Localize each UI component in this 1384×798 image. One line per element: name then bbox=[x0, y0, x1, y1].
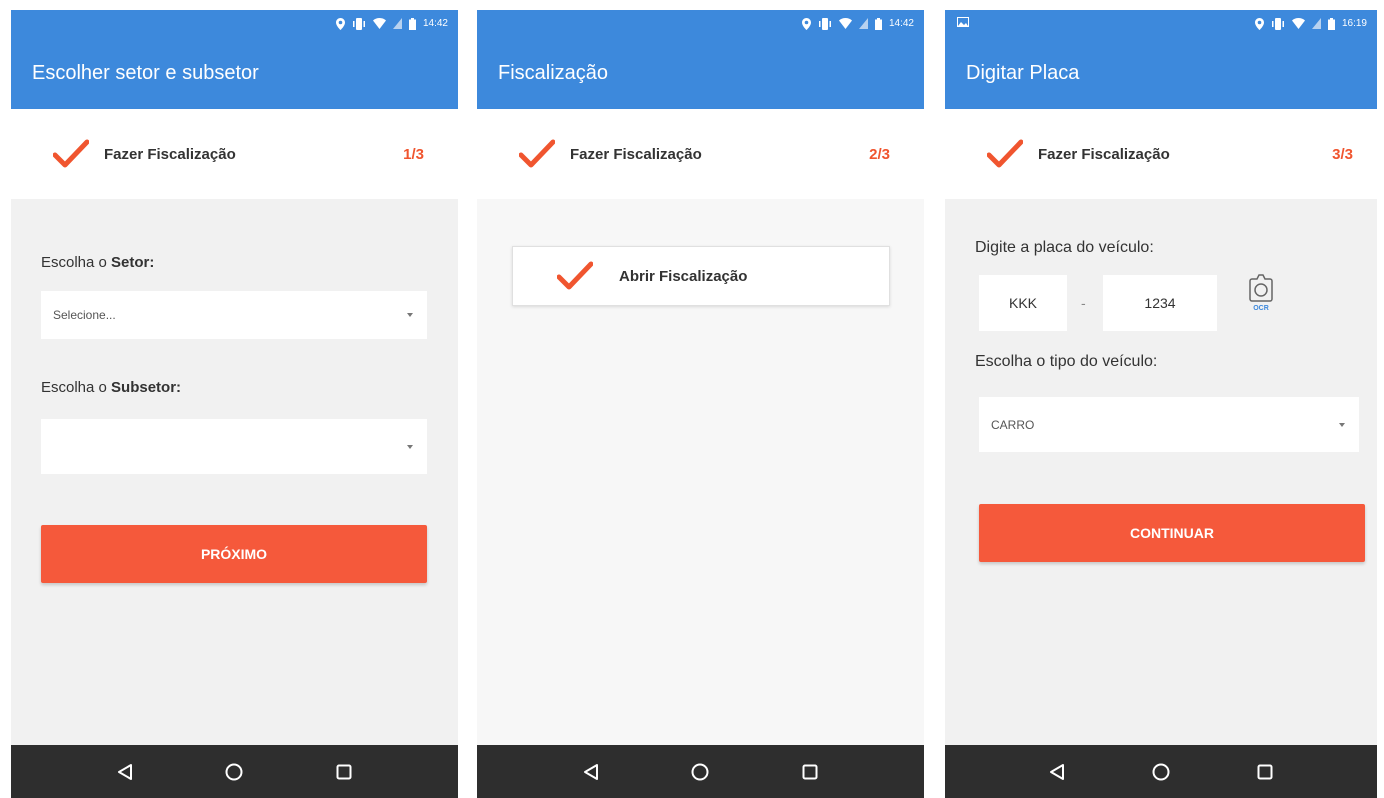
wifi-icon bbox=[838, 18, 852, 29]
stepper-header: Fazer Fiscalização 2/3 bbox=[477, 109, 924, 199]
status-bar: 14:42 bbox=[477, 10, 924, 37]
step-label: Fazer Fiscalização bbox=[1038, 145, 1170, 163]
battery-icon bbox=[1327, 17, 1335, 30]
setor-select-value: Selecione... bbox=[53, 308, 116, 322]
app-bar: Escolher setor e subsetor bbox=[11, 37, 458, 109]
step-label: Fazer Fiscalização bbox=[104, 145, 236, 163]
wifi-icon bbox=[1291, 18, 1305, 29]
setor-select[interactable]: Selecione... bbox=[41, 291, 427, 339]
step-count: 1/3 bbox=[403, 145, 424, 163]
screen-escolher-setor: 14:42 Escolher setor e subsetor Fazer Fi… bbox=[11, 10, 458, 798]
status-bar: 16:19 bbox=[945, 10, 1377, 37]
vibrate-icon bbox=[352, 17, 365, 30]
battery-icon bbox=[874, 17, 882, 30]
setor-label-prefix: Escolha o bbox=[41, 254, 112, 271]
recents-icon[interactable] bbox=[802, 764, 818, 780]
check-icon bbox=[557, 261, 593, 290]
camera-icon bbox=[1249, 274, 1273, 302]
next-button[interactable]: PRÓXIMO bbox=[41, 525, 427, 583]
signal-icon bbox=[858, 18, 868, 29]
subsetor-label-bold: Subsetor: bbox=[111, 379, 182, 396]
wifi-icon bbox=[372, 18, 386, 29]
recents-icon[interactable] bbox=[336, 764, 352, 780]
vehicle-type-value: CARRO bbox=[991, 417, 1035, 432]
plate-numbers-input[interactable]: 1234 bbox=[1103, 275, 1217, 331]
nav-bar bbox=[945, 745, 1377, 798]
page-title: Digitar Placa bbox=[966, 61, 1080, 84]
continue-button[interactable]: CONTINUAR bbox=[979, 504, 1365, 562]
status-time: 14:42 bbox=[422, 18, 448, 29]
content-area: Escolha o Setor: Selecione... Escolha o … bbox=[11, 199, 458, 745]
plate-separator: - bbox=[1081, 295, 1086, 311]
back-icon[interactable] bbox=[1049, 763, 1065, 781]
subsetor-label: Escolha o Subsetor: bbox=[41, 379, 181, 396]
content-area: Digite a placa do veículo: KKK - 1234 OC… bbox=[945, 199, 1377, 745]
battery-icon bbox=[408, 17, 416, 30]
vibrate-icon bbox=[1271, 17, 1284, 30]
page-title: Fiscalização bbox=[498, 61, 609, 84]
stepper-header: Fazer Fiscalização 3/3 bbox=[945, 109, 1377, 199]
step-label: Fazer Fiscalização bbox=[570, 145, 702, 163]
vehicle-type-select[interactable]: CARRO bbox=[979, 397, 1359, 452]
nav-bar bbox=[477, 745, 924, 798]
home-icon[interactable] bbox=[225, 763, 243, 781]
app-bar: Fiscalização bbox=[477, 37, 924, 109]
chevron-down-icon bbox=[407, 444, 413, 449]
chevron-down-icon bbox=[1339, 422, 1345, 427]
back-icon[interactable] bbox=[583, 763, 599, 781]
ocr-button[interactable]: OCR bbox=[1245, 273, 1277, 312]
home-icon[interactable] bbox=[691, 763, 709, 781]
app-bar: Digitar Placa bbox=[945, 37, 1377, 109]
back-icon[interactable] bbox=[117, 763, 133, 781]
location-icon bbox=[801, 17, 811, 30]
page-title: Escolher setor e subsetor bbox=[32, 61, 259, 84]
step-count: 2/3 bbox=[869, 145, 890, 163]
check-icon bbox=[519, 139, 555, 168]
image-icon bbox=[957, 17, 969, 27]
location-icon bbox=[335, 17, 345, 30]
status-time: 16:19 bbox=[1341, 18, 1367, 29]
home-icon[interactable] bbox=[1152, 763, 1170, 781]
vibrate-icon bbox=[818, 17, 831, 30]
subsetor-select[interactable] bbox=[41, 419, 427, 474]
recents-icon[interactable] bbox=[1257, 764, 1273, 780]
status-bar: 14:42 bbox=[11, 10, 458, 37]
status-time: 14:42 bbox=[888, 18, 914, 29]
nav-bar bbox=[11, 745, 458, 798]
chevron-down-icon bbox=[407, 313, 413, 317]
card-label: Abrir Fiscalização bbox=[619, 267, 748, 285]
stepper-header: Fazer Fiscalização 1/3 bbox=[11, 109, 458, 199]
signal-icon bbox=[392, 18, 402, 29]
ocr-label: OCR bbox=[1253, 305, 1269, 312]
setor-label: Escolha o Setor: bbox=[41, 254, 154, 271]
vehicle-type-label: Escolha o tipo do veículo: bbox=[975, 353, 1158, 370]
abrir-fiscalizacao-card[interactable]: Abrir Fiscalização bbox=[512, 246, 890, 306]
check-icon bbox=[53, 139, 89, 168]
signal-icon bbox=[1311, 18, 1321, 29]
subsetor-label-prefix: Escolha o bbox=[41, 379, 112, 396]
plate-label: Digite a placa do veículo: bbox=[975, 239, 1154, 256]
setor-label-bold: Setor: bbox=[111, 254, 155, 271]
step-count: 3/3 bbox=[1332, 145, 1353, 163]
location-icon bbox=[1254, 17, 1264, 30]
screen-fiscalizacao: 14:42 Fiscalização Fazer Fiscalização 2/… bbox=[477, 10, 924, 798]
screen-digitar-placa: 16:19 Digitar Placa Fazer Fiscalização 3… bbox=[945, 10, 1377, 798]
check-icon bbox=[987, 139, 1023, 168]
plate-letters-input[interactable]: KKK bbox=[979, 275, 1067, 331]
content-area: Abrir Fiscalização bbox=[477, 199, 924, 745]
